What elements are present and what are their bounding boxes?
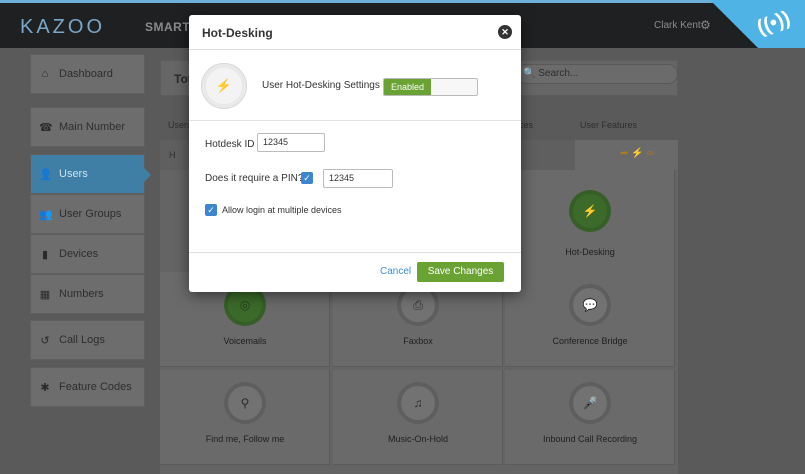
sidebar-item-label: User Groups: [59, 208, 122, 220]
feature-label: Faxbox: [403, 336, 433, 346]
devices-icon: ▮: [41, 248, 49, 261]
feature-label: Conference Bridge: [552, 336, 628, 346]
sidebar-item-main-number[interactable]: ☎ Main Number: [30, 107, 145, 147]
feature-label: Inbound Call Recording: [542, 434, 638, 444]
feature-find-me-follow-me[interactable]: ⚲ Find me, Follow me: [160, 370, 330, 465]
hot-desking-icon: ⚡: [573, 194, 607, 228]
feature-label: Hot-Desking: [565, 247, 615, 257]
asterisk-icon: ✱: [40, 381, 50, 394]
feature-conference-bridge[interactable]: 💬 Conference Bridge: [505, 272, 675, 367]
home-icon: ⌂: [41, 68, 49, 80]
sidebar-item-label: Users: [59, 168, 88, 180]
hotdesk-settings-row: ⚡ User Hot-Desking Settings Enabled: [189, 51, 521, 121]
sidebar-item-label: Devices: [59, 248, 99, 260]
voicemail-icon: ◎: [228, 288, 262, 322]
sidebar-item-users[interactable]: 👤 Users: [30, 154, 151, 194]
close-icon[interactable]: ✕: [498, 25, 512, 39]
pin-field[interactable]: 12345: [323, 169, 393, 188]
enabled-toggle[interactable]: Enabled: [383, 78, 478, 96]
tab-users[interactable]: Users: [168, 120, 192, 130]
tab-devices[interactable]: ces: [519, 120, 533, 130]
sidebar-item-label: Dashboard: [59, 68, 113, 80]
sidebar-item-label: Main Number: [59, 121, 126, 133]
fax-icon: ⎙: [401, 288, 435, 322]
cancel-button[interactable]: Cancel: [380, 266, 411, 277]
dialog-footer: Cancel Save Changes: [189, 252, 521, 292]
sidebar-item-dashboard[interactable]: ⌂ Dashboard: [30, 54, 145, 94]
feature-mini-icons: ➦⚡∞: [620, 148, 657, 159]
hot-desking-dialog: Hot-Desking ✕ ⚡ User Hot-Desking Setting…: [189, 15, 521, 292]
sidebar-item-label: Call Logs: [59, 334, 105, 346]
dialog-header: Hot-Desking ✕: [189, 15, 521, 50]
sidebar-item-label: Feature Codes: [59, 381, 132, 393]
sidebar-item-devices[interactable]: ▮ Devices: [30, 234, 145, 274]
sidebar-item-label: Numbers: [59, 288, 104, 300]
pin-checkbox[interactable]: ✓: [301, 172, 313, 184]
hotdesk-id-label: Hotdesk ID: [205, 139, 255, 150]
feature-music-on-hold[interactable]: ♫ Music-On-Hold: [333, 370, 503, 465]
settings-label: User Hot-Desking Settings: [262, 80, 380, 91]
pin-label: Does it require a PIN?: [205, 173, 304, 184]
history-icon: ↺: [40, 334, 50, 347]
feature-label: Voicemails: [223, 336, 267, 346]
user-name[interactable]: Clark Kent: [654, 20, 701, 31]
sidebar-item-call-logs[interactable]: ↺ Call Logs: [30, 320, 145, 360]
search-input[interactable]: 🔍 Search...: [516, 64, 678, 84]
microphone-icon: 🎤: [573, 386, 607, 420]
hotdesk-id-field[interactable]: 12345: [257, 133, 325, 152]
feature-label: Music-On-Hold: [387, 434, 448, 444]
sidebar-item-user-groups[interactable]: 👥 User Groups: [30, 194, 145, 234]
user-icon: 👤: [39, 168, 53, 181]
users-icon: 👥: [39, 208, 53, 221]
dialog-title: Hot-Desking: [202, 26, 273, 40]
search-placeholder: Search...: [538, 68, 579, 79]
hot-desking-icon: ⚡: [201, 63, 247, 109]
save-changes-button[interactable]: Save Changes: [417, 262, 504, 282]
tab-user-features[interactable]: User Features: [580, 120, 637, 130]
kazoo-logo[interactable]: KAZOO: [20, 16, 105, 39]
feature-inbound-call-recording[interactable]: 🎤 Inbound Call Recording: [505, 370, 675, 465]
chat-icon: 💬: [573, 288, 607, 322]
sidebar-item-feature-codes[interactable]: ✱ Feature Codes: [30, 367, 145, 407]
multi-device-checkbox[interactable]: ✓: [205, 204, 217, 216]
phone-icon: ☎: [39, 121, 53, 134]
toggle-on-label: Enabled: [384, 79, 431, 95]
grid-icon: ▦: [39, 288, 51, 301]
user-subheader-label: H: [169, 150, 176, 160]
multi-device-label: Allow login at multiple devices: [222, 205, 342, 215]
sitemap-icon: ⚲: [228, 386, 262, 420]
sidebar-item-numbers[interactable]: ▦ Numbers: [30, 274, 145, 314]
feature-label: Find me, Follow me: [205, 434, 285, 444]
music-icon: ♫: [401, 386, 435, 420]
